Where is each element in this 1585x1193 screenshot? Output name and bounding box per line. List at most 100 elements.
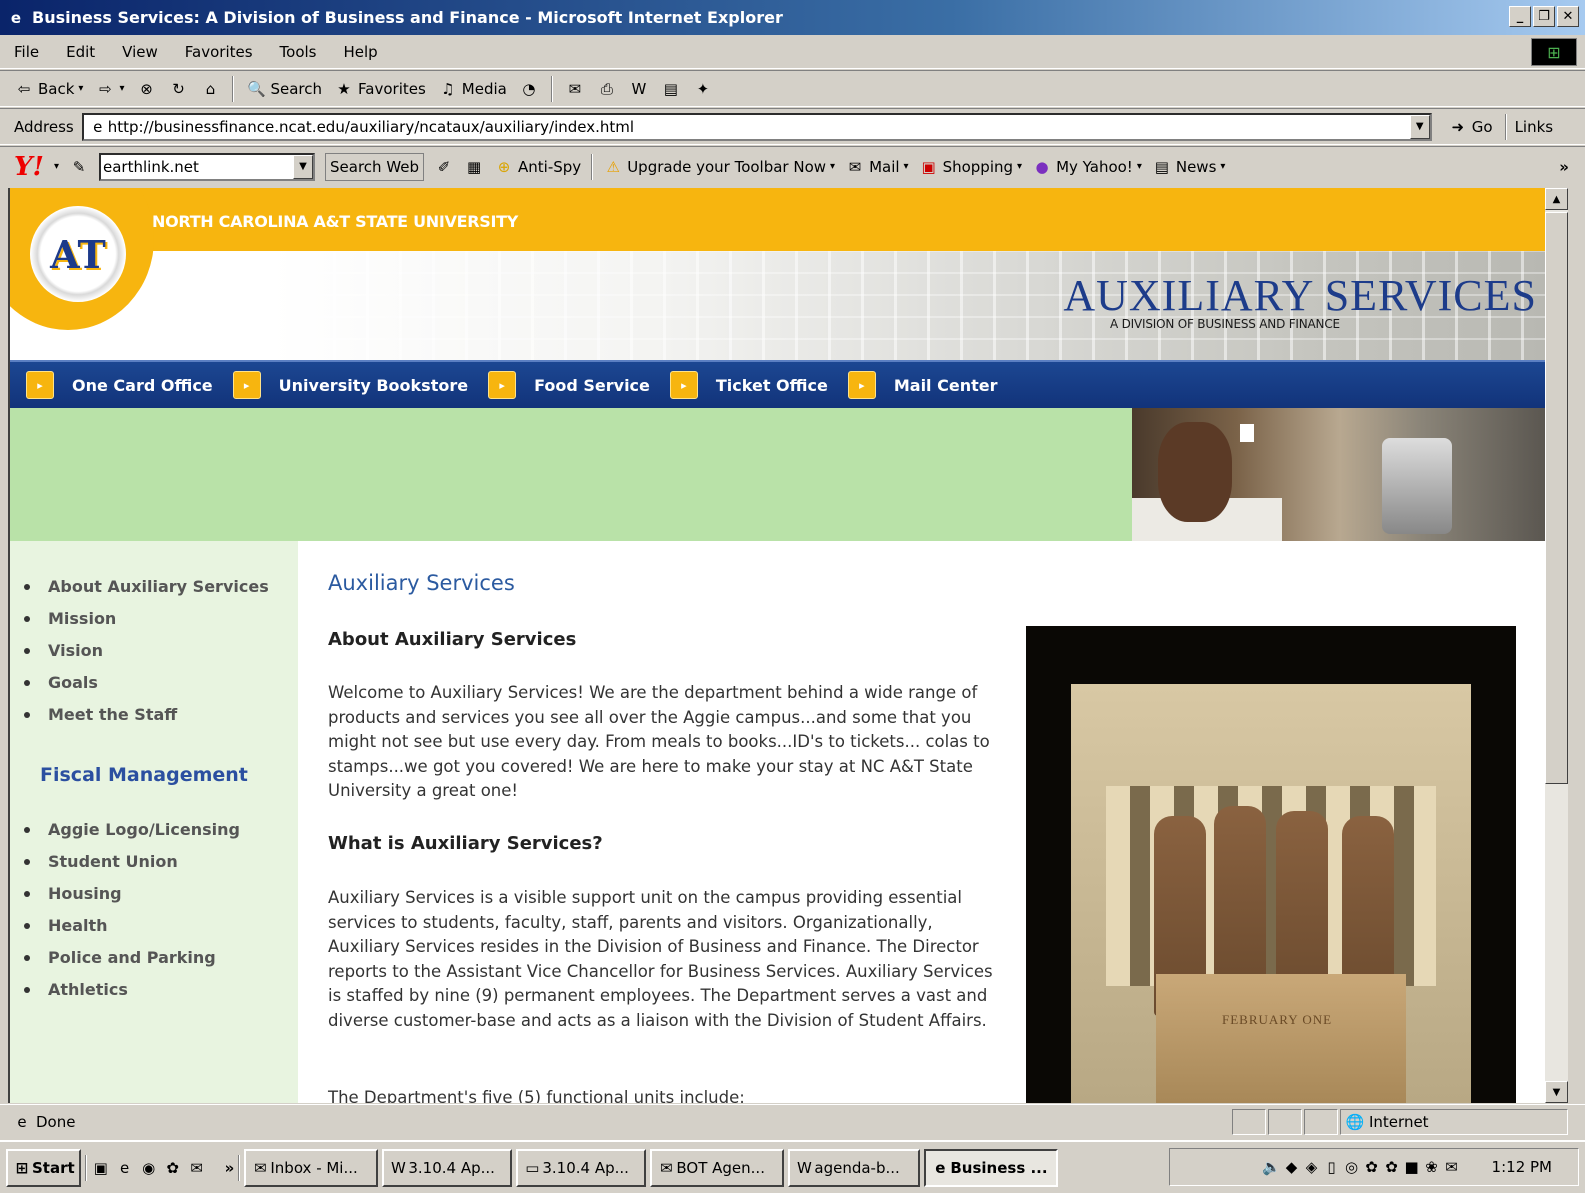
sidebar-item-mission[interactable]: Mission — [24, 609, 116, 628]
menu-file[interactable]: File — [0, 43, 52, 61]
highlight-icon[interactable]: ✐ — [434, 157, 454, 177]
quicklaunch-ie-icon[interactable]: e — [115, 1158, 135, 1178]
taskbar-inbox[interactable]: ✉ Inbox - Mi... — [244, 1148, 379, 1187]
address-input[interactable]: e http://businessfinance.ncat.edu/auxili… — [81, 112, 1432, 141]
sidebar-item-student-union[interactable]: Student Union — [24, 852, 178, 871]
chevron-down-icon: ▾ — [119, 83, 125, 94]
menu-edit[interactable]: Edit — [52, 43, 108, 61]
minimize-button[interactable]: _ — [1509, 6, 1531, 27]
sidebar-item-housing[interactable]: Housing — [24, 884, 122, 903]
media-button[interactable]: ♫ Media — [438, 79, 507, 99]
clock[interactable]: 1:12 PM — [1492, 1158, 1552, 1176]
sidebar-item-about[interactable]: About Auxiliary Services — [24, 577, 269, 596]
chevron-down-icon: ▾ — [78, 83, 84, 94]
quicklaunch-messenger-icon[interactable]: ✿ — [163, 1158, 183, 1178]
print-icon[interactable]: ⎙ — [597, 79, 617, 99]
search-button[interactable]: 🔍 Search — [246, 79, 322, 99]
anti-spy-button[interactable]: ⊕ Anti-Spy — [494, 157, 581, 177]
scroll-thumb[interactable] — [1545, 212, 1568, 784]
sidebar-item-health[interactable]: Health — [24, 916, 108, 935]
back-button[interactable]: ⇦ Back ▾ — [14, 79, 84, 99]
search-web-button[interactable]: Search Web — [325, 152, 425, 181]
quicklaunch-overflow[interactable]: » — [225, 1159, 235, 1177]
menu-view[interactable]: View — [108, 43, 171, 61]
toolbar-overflow-button[interactable]: » — [1559, 158, 1569, 176]
menu-help[interactable]: Help — [330, 43, 391, 61]
sidebar-item-police-parking[interactable]: Police and Parking — [24, 948, 216, 967]
mail-icon[interactable]: ✉ — [565, 79, 585, 99]
search-icon: 🔍 — [247, 79, 266, 98]
taskbar-folder[interactable]: ▭ 3.10.4 Ap... — [516, 1148, 647, 1187]
go-button[interactable]: ➜ Go — [1448, 117, 1492, 137]
home-icon[interactable]: ⌂ — [200, 79, 220, 99]
favorites-button[interactable]: ★ Favorites — [334, 79, 426, 99]
sidebar-item-meet-the-staff[interactable]: Meet the Staff — [24, 705, 177, 724]
taskbar-word-doc-1[interactable]: W 3.10.4 Ap... — [382, 1148, 513, 1187]
address-dropdown[interactable]: ▼ — [1409, 114, 1430, 139]
shopping-button[interactable]: ▣ Shopping ▾ — [919, 157, 1022, 177]
refresh-icon[interactable]: ↻ — [168, 79, 188, 99]
links-button[interactable]: Links — [1515, 118, 1554, 136]
start-button[interactable]: ⊞ Start — [6, 1148, 81, 1187]
messenger-icon[interactable]: ✦ — [693, 79, 713, 99]
close-button[interactable]: ✕ — [1557, 6, 1579, 27]
nav-mail-center[interactable]: ▸ Mail Center — [847, 371, 997, 399]
pencil-icon[interactable]: ✎ — [69, 157, 89, 177]
my-yahoo-button[interactable]: ● My Yahoo! ▾ — [1032, 157, 1142, 177]
scroll-up-arrow-icon[interactable]: ▲ — [1545, 188, 1568, 210]
sidebar-item-aggie-logo[interactable]: Aggie Logo/Licensing — [24, 820, 240, 839]
search-dropdown[interactable]: ▼ — [293, 154, 314, 179]
quicklaunch-desktop-icon[interactable]: ▣ — [91, 1158, 111, 1178]
tray-app-icon[interactable]: ■ — [1402, 1157, 1422, 1177]
taskbar-word-doc-2[interactable]: Wagenda-b... — [788, 1148, 921, 1187]
tray-app-icon[interactable]: ✿ — [1362, 1157, 1382, 1177]
tray-app-icon[interactable]: ◆ — [1282, 1157, 1302, 1177]
window-title-bar[interactable]: e Business Services: A Division of Busin… — [0, 0, 1585, 35]
upgrade-toolbar-button[interactable]: ⚠ Upgrade your Toolbar Now ▾ — [603, 157, 835, 177]
layout-icon[interactable]: ▦ — [464, 157, 484, 177]
tray-app-icon[interactable]: ◎ — [1342, 1157, 1362, 1177]
sidebar-heading-fiscal[interactable]: Fiscal Management — [40, 764, 248, 786]
restore-button[interactable]: ❐ — [1533, 6, 1555, 27]
yahoo-search-input[interactable]: earthlink.net ▼ — [99, 152, 316, 181]
taskbar-bot-agenda[interactable]: ✉ BOT Agen... — [650, 1148, 785, 1187]
quicklaunch-outlook-icon[interactable]: ✉ — [187, 1158, 207, 1178]
nav-food-service[interactable]: ▸ Food Service — [488, 371, 650, 399]
chevron-down-icon[interactable]: ▾ — [54, 161, 59, 172]
sidebar-item-athletics[interactable]: Athletics — [24, 980, 128, 999]
nav-one-card-office[interactable]: ▸ One Card Office — [26, 371, 213, 399]
volume-icon[interactable]: 🔈 — [1262, 1157, 1282, 1177]
nav-ticket-office[interactable]: ▸ Ticket Office — [669, 371, 828, 399]
mail-button[interactable]: ✉ Mail ▾ — [845, 157, 909, 177]
warning-icon: ⚠ — [606, 157, 620, 176]
page-done-icon: e — [17, 1112, 27, 1131]
scroll-down-arrow-icon[interactable]: ▼ — [1545, 1081, 1568, 1103]
discuss-icon[interactable]: ▤ — [661, 79, 681, 99]
sidebar-item-goals[interactable]: Goals — [24, 673, 98, 692]
forward-button[interactable]: ⇨ ▾ — [95, 79, 124, 99]
yahoo-logo[interactable]: Y! — [14, 152, 44, 182]
history-icon[interactable]: ◔ — [519, 79, 539, 99]
my-yahoo-icon: ● — [1035, 157, 1049, 176]
tray-mail-icon[interactable]: ✉ — [1442, 1157, 1462, 1177]
taskbar-business-ie[interactable]: e Business ... — [924, 1148, 1059, 1187]
green-banner — [10, 408, 1132, 541]
menu-favorites[interactable]: Favorites — [171, 43, 266, 61]
taskbar: ⊞ Start ▣ e ◉ ✿ ✉ » ✉ Inbox - Mi... W 3.10.… — [0, 1140, 1585, 1193]
vertical-scrollbar[interactable]: ▲ ▼ — [1545, 188, 1568, 1103]
university-logo[interactable]: AT — [30, 206, 126, 302]
quicklaunch-media-icon[interactable]: ◉ — [139, 1158, 159, 1178]
toolbar-separator — [1504, 113, 1507, 140]
tray-app-icon[interactable]: ◈ — [1302, 1157, 1322, 1177]
menu-tools[interactable]: Tools — [266, 43, 330, 61]
sidebar-item-vision[interactable]: Vision — [24, 641, 103, 660]
nav-university-bookstore[interactable]: ▸ University Bookstore — [232, 371, 468, 399]
address-url: http://businessfinance.ncat.edu/auxiliar… — [107, 117, 635, 136]
tray-app-icon[interactable]: ❀ — [1422, 1157, 1442, 1177]
stop-icon[interactable]: ⊗ — [136, 79, 156, 99]
tray-app-icon[interactable]: ✿ — [1382, 1157, 1402, 1177]
university-name: NORTH CAROLINA A&T STATE UNIVERSITY — [152, 212, 519, 231]
tray-app-icon[interactable]: ▯ — [1322, 1157, 1342, 1177]
news-button[interactable]: ▤ News ▾ — [1152, 157, 1226, 177]
edit-word-icon[interactable]: W — [629, 79, 649, 99]
